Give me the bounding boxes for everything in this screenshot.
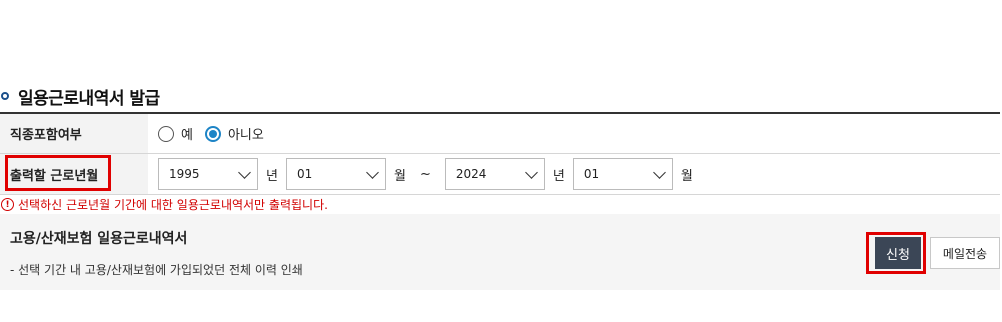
result-description: - 선택 기간 내 고용/산재보험에 가입되었던 전체 이력 인쇄 — [10, 263, 303, 277]
radio-yes[interactable]: 예 — [158, 124, 193, 143]
start-year-unit: 년 — [266, 168, 278, 184]
start-year-value: 1995 — [169, 167, 200, 181]
section-header: 일용근로내역서 발급 — [0, 84, 160, 109]
form-table: 직종포함여부 예 아니오 출력할 근로년월 1995 년 01 월 ~ 2024… — [0, 112, 1000, 195]
page-title: 일용근로내역서 발급 — [18, 88, 160, 109]
apply-button-highlight — [866, 232, 926, 274]
end-year-select[interactable]: 2024 — [444, 158, 545, 190]
radio-yes-label: 예 — [181, 128, 193, 143]
radio-no[interactable]: 아니오 — [204, 124, 264, 143]
chevron-down-icon — [366, 165, 379, 179]
start-year-select[interactable]: 1995 — [158, 158, 258, 190]
result-title: 고용/산재보험 일용근로내역서 — [10, 231, 188, 247]
chevron-down-icon — [238, 165, 251, 179]
period-row: 출력할 근로년월 1995 년 01 월 ~ 2024 년 01 월 — [0, 154, 1000, 195]
end-month-unit: 월 — [680, 168, 693, 184]
end-month-select[interactable]: 01 — [572, 158, 673, 190]
chevron-down-icon — [652, 165, 666, 179]
radio-checked-icon[interactable] — [204, 125, 221, 142]
radio-no-label: 아니오 — [227, 128, 264, 143]
end-year-unit: 년 — [552, 168, 565, 184]
notice-text: 선택하신 근로년월 기간에 대한 일용근로내역서만 출력됩니다. — [18, 198, 328, 212]
period-selectors: 1995 년 01 월 ~ 2024 년 01 월 — [148, 154, 1000, 194]
end-year-value: 2024 — [455, 167, 487, 181]
mail-send-button[interactable]: 메일전송 — [930, 237, 1000, 269]
period-label-highlight — [5, 155, 111, 191]
start-month-select[interactable]: 01 — [285, 158, 386, 190]
start-month-value: 01 — [296, 167, 313, 181]
occupation-label: 직종포함여부 — [0, 114, 148, 153]
start-month-unit: 월 — [393, 168, 406, 184]
result-panel: 고용/산재보험 일용근로내역서 - 선택 기간 내 고용/산재보험에 가입되었던… — [0, 214, 1000, 290]
end-month-value: 01 — [583, 167, 600, 181]
radio-unchecked-icon[interactable] — [158, 125, 174, 142]
occupation-options: 예 아니오 — [148, 114, 1000, 153]
circle-bullet-icon — [1, 92, 9, 100]
alert-icon: ! — [1, 198, 14, 211]
occupation-row: 직종포함여부 예 아니오 — [0, 114, 1000, 154]
notice-message: ! 선택하신 근로년월 기간에 대한 일용근로내역서만 출력됩니다. — [0, 196, 328, 213]
range-separator: ~ — [419, 166, 431, 182]
chevron-down-icon — [524, 165, 538, 179]
